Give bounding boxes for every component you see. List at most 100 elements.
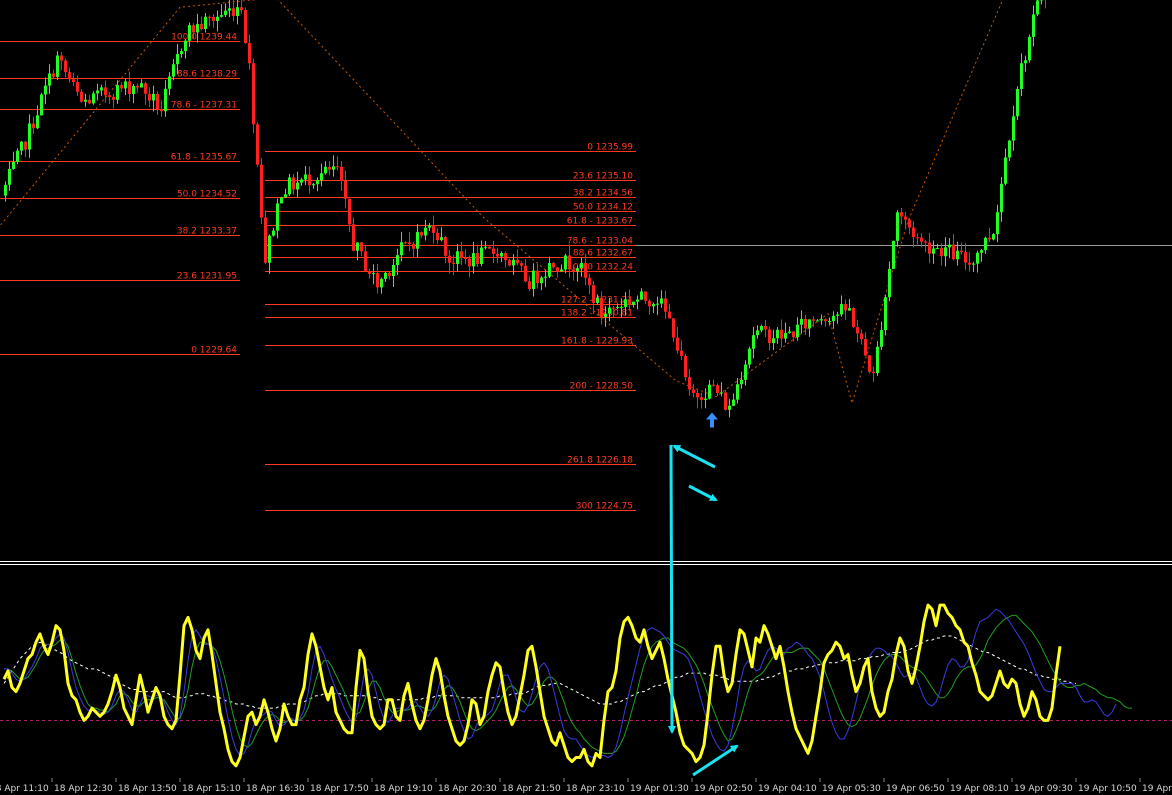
candle-body: [392, 264, 395, 277]
candle-body: [404, 242, 407, 244]
candle-body: [840, 304, 843, 315]
candle-body: [152, 93, 155, 101]
candle-body: [628, 299, 631, 305]
candle-body: [284, 194, 287, 198]
candle: [724, 389, 727, 411]
candle-body: [436, 232, 439, 241]
candle-body: [888, 268, 891, 298]
candle-body: [372, 273, 375, 275]
candle-body: [576, 268, 579, 272]
candle-body: [756, 330, 759, 336]
candle-body: [988, 237, 991, 240]
candle-body: [172, 64, 175, 77]
candle-body: [480, 247, 483, 265]
candle-body: [240, 7, 243, 11]
candle-body: [964, 252, 967, 263]
candle-body: [912, 227, 915, 238]
candle-body: [536, 270, 539, 284]
candle-body: [696, 392, 699, 398]
candle-body: [140, 83, 143, 88]
candle-body: [616, 306, 619, 308]
candle-body: [484, 246, 487, 248]
candle: [868, 354, 871, 374]
candle-body: [580, 262, 583, 269]
candle-body: [992, 234, 995, 240]
fib-level-label: 50.0 1234.12: [573, 203, 633, 213]
candle-body: [96, 90, 99, 94]
candle-body: [772, 338, 775, 344]
fib-level-label: 23.6 1235.10: [573, 172, 633, 182]
fib-level-label: 23.6 1231.95: [177, 272, 237, 282]
candle-body: [708, 384, 711, 399]
fib-level-label: 88.6 1238.29: [177, 70, 237, 80]
chart-canvas[interactable]: 100.0 1239.44 88.6 1238.29 78.6 - 1237.31 6…: [0, 0, 1172, 795]
candle-body: [60, 55, 63, 61]
candle-body: [660, 298, 663, 304]
time-label: 18 Apr 20:30: [438, 784, 497, 794]
candle-body: [80, 91, 83, 102]
candle-body: [520, 263, 523, 266]
candle-body: [544, 276, 547, 278]
candle-body: [128, 81, 131, 94]
candle-body: [236, 7, 239, 16]
candle-body: [860, 333, 863, 340]
candle-body: [288, 177, 291, 195]
candle-body: [388, 272, 391, 277]
candle-body: [40, 94, 43, 116]
candle-body: [192, 25, 195, 33]
candle-body: [248, 43, 251, 64]
fib-level-label: 78.6 - 1233.04: [567, 237, 633, 247]
time-label: 18 Apr 16:30: [246, 784, 305, 794]
candle-body: [88, 99, 91, 104]
candle-body: [200, 24, 203, 30]
candle-body: [108, 95, 111, 97]
candle-body: [276, 203, 279, 231]
candle-body: [440, 237, 443, 241]
candle-body: [764, 326, 767, 330]
candle-body: [28, 123, 31, 150]
candle-body: [944, 247, 947, 257]
candle-body: [124, 81, 127, 89]
candle-body: [564, 255, 567, 270]
candle-body: [224, 10, 227, 16]
candle-body: [592, 285, 595, 303]
candle-body: [368, 271, 371, 274]
candle-body: [720, 392, 723, 394]
vertical-divergence-arrow: [667, 444, 676, 734]
candle-body: [828, 321, 831, 323]
candle-body: [600, 297, 603, 317]
time-label: 19 Apr 12:10: [1142, 784, 1172, 794]
candle-body: [684, 355, 687, 378]
candle-body: [596, 297, 599, 303]
candle-body: [612, 307, 615, 309]
candle-body: [216, 16, 219, 21]
candle-body: [260, 164, 263, 218]
candle-body: [760, 326, 763, 331]
candle-body: [300, 179, 303, 183]
chart-background: [0, 0, 1172, 795]
candle-body: [8, 168, 11, 185]
candle-body: [712, 384, 715, 386]
candle-body: [296, 182, 299, 190]
candle-body: [352, 224, 355, 251]
candle-body: [472, 253, 475, 267]
candle-body: [252, 63, 255, 125]
trading-chart[interactable]: 100.0 1239.44 88.6 1238.29 78.6 - 1237.31 6…: [0, 0, 1172, 795]
candle-body: [900, 212, 903, 217]
candle-body: [164, 88, 167, 112]
candle-body: [100, 87, 103, 91]
candle-body: [496, 253, 499, 257]
candle: [852, 307, 855, 329]
candle-body: [540, 277, 543, 284]
time-label: 19 Apr 06:50: [886, 784, 945, 794]
candle-body: [1020, 63, 1023, 90]
candle-body: [428, 225, 431, 228]
candle-body: [524, 265, 527, 282]
time-label: 18 Apr 21:50: [502, 784, 561, 794]
time-label: 19 Apr 10:50: [1078, 784, 1137, 794]
candle-body: [836, 314, 839, 316]
candle-body: [452, 262, 455, 264]
time-label: 18 Apr 17:50: [310, 784, 369, 794]
candle-body: [48, 73, 51, 86]
candle-body: [972, 263, 975, 265]
